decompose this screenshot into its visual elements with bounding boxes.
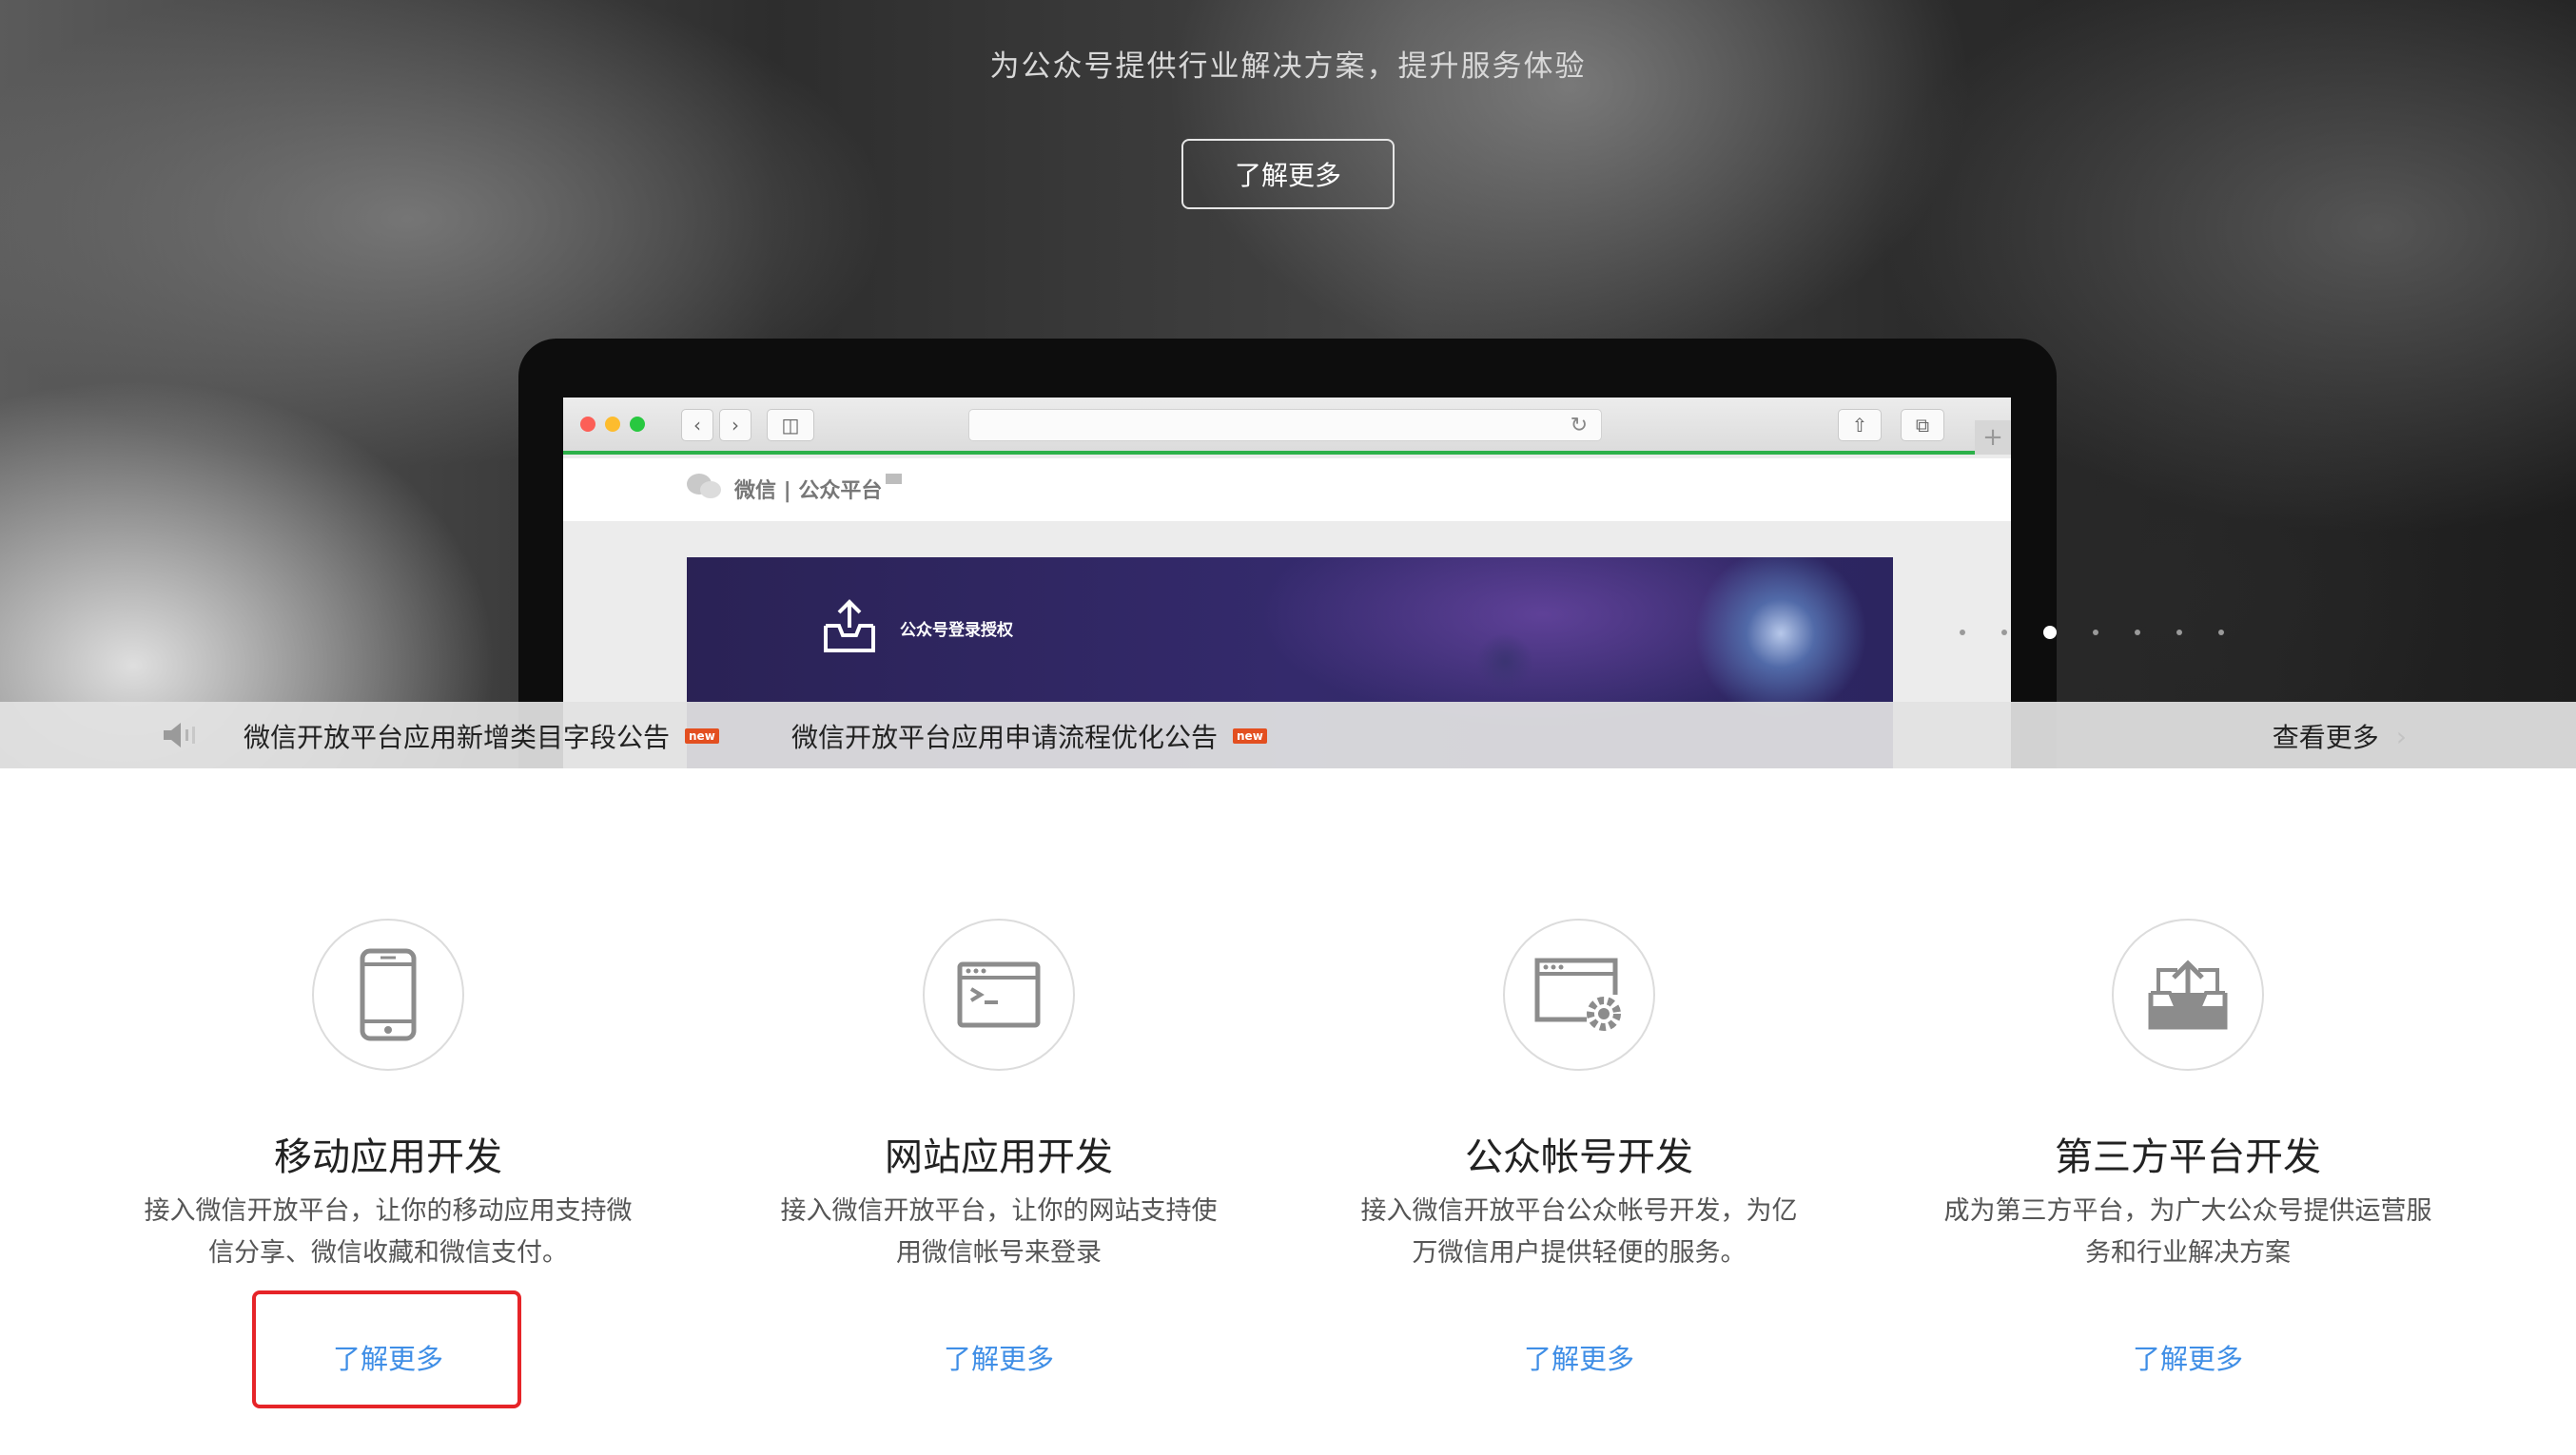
window-gear-icon <box>1534 958 1621 1031</box>
new-tab-plus-icon: + <box>1975 420 2011 455</box>
feature-description: 接入微信开放平台，让你的移动应用支持微 信分享、微信收藏和微信支付。 <box>93 1191 683 1274</box>
highlight-box <box>252 1290 521 1408</box>
hero-subtitle: 为公众号提供行业解决方案，提升服务体验 <box>989 49 1587 84</box>
minimize-dot-icon <box>605 417 620 432</box>
carousel-dot[interactable] <box>2093 630 2098 635</box>
reload-icon: ↻ <box>1570 414 1588 437</box>
inbox-upload-icon <box>2148 960 2228 1030</box>
carousel-dot-active[interactable] <box>2043 626 2057 639</box>
carousel-dot[interactable] <box>2176 630 2182 635</box>
notice-item[interactable]: 微信开放平台应用新增类目字段公告 new <box>244 717 719 755</box>
browser-toolbar: ‹ › ◫ ↻ ⇧ ⧉ + <box>563 398 2011 455</box>
hero-learn-more-button[interactable]: 了解更多 <box>1181 139 1395 209</box>
sidebar-icon: ◫ <box>767 409 814 441</box>
carousel-dot[interactable] <box>1960 630 1965 635</box>
site-header: 微信 | 公众平台 <box>563 458 2011 521</box>
view-more-link[interactable]: 查看更多 › <box>2273 717 2407 755</box>
feature-icon-circle <box>2112 919 2264 1071</box>
back-icon: ‹ <box>681 409 713 441</box>
feature-description-line: 接入微信开放平台，让你的网站支持使 <box>780 1196 1218 1226</box>
feature-title: 公众帐号开发 <box>1465 1135 1693 1179</box>
wechat-logo-icon <box>687 474 721 498</box>
carousel-dot[interactable] <box>2218 630 2224 635</box>
close-dot-icon <box>580 417 595 432</box>
share-icon: ⇧ <box>1838 409 1882 441</box>
hero-banner: 为公众号提供行业解决方案，提升服务体验 了解更多 ‹ › ◫ ↻ ⇧ ⧉ + 微… <box>0 0 2576 768</box>
feature-icon-circle <box>923 919 1075 1071</box>
address-bar: ↻ <box>968 409 1602 441</box>
site-logo-text: 微信 | 公众平台 <box>734 474 902 504</box>
chevron-right-icon: › <box>2395 720 2407 752</box>
learn-more-link[interactable]: 了解更多 <box>1903 1337 2473 1377</box>
view-more-label[interactable]: 查看更多 <box>2273 717 2379 755</box>
speaker-icon <box>164 723 195 747</box>
feature-description: 成为第三方平台，为广大公众号提供运营服 务和行业解决方案 <box>1893 1191 2483 1274</box>
carousel-dot[interactable] <box>2001 630 2007 635</box>
forward-icon: › <box>719 409 751 441</box>
site-logo-label: 微信 | 公众平台 <box>734 479 883 503</box>
tabs-icon: ⧉ <box>1901 409 1944 441</box>
notice-text[interactable]: 微信开放平台应用新增类目字段公告 <box>244 717 670 755</box>
carousel-dots <box>1960 626 2260 639</box>
feature-description: 接入微信开放平台，让你的网站支持使 用微信帐号来登录 <box>713 1191 1284 1274</box>
feature-title: 第三方平台开发 <box>2055 1135 2321 1179</box>
website-terminal-icon <box>957 961 1041 1028</box>
carousel-dot[interactable] <box>2135 630 2140 635</box>
mobile-phone-icon <box>360 948 417 1041</box>
feature-icon-circle <box>312 919 464 1071</box>
feature-description-line: 接入微信开放平台公众帐号开发，为亿 <box>1360 1196 1798 1226</box>
feature-description-line: 用微信帐号来登录 <box>896 1238 1102 1268</box>
feature-description: 接入微信开放平台公众帐号开发，为亿 万微信用户提供轻便的服务。 <box>1294 1191 1864 1274</box>
feature-description-line: 务和行业解决方案 <box>2085 1238 2291 1268</box>
notice-text[interactable]: 微信开放平台应用申请流程优化公告 <box>791 717 1218 755</box>
zoom-dot-icon <box>630 417 645 432</box>
notice-bar: 微信开放平台应用新增类目字段公告 new 微信开放平台应用申请流程优化公告 ne… <box>0 702 2576 768</box>
feature-title: 移动应用开发 <box>274 1135 502 1179</box>
learn-more-link[interactable]: 了解更多 <box>1294 1337 1864 1377</box>
feature-title: 网站应用开发 <box>885 1135 1113 1179</box>
learn-more-link[interactable]: 了解更多 <box>713 1337 1284 1377</box>
feature-description-line: 信分享、微信收藏和微信支付。 <box>208 1238 568 1268</box>
new-badge: new <box>685 728 719 744</box>
feature-icon-circle <box>1503 919 1655 1071</box>
banner-text: 公众号登录授权 <box>900 621 1013 640</box>
hero-title-cropped <box>666 0 1903 10</box>
notice-item[interactable]: 微信开放平台应用申请流程优化公告 new <box>791 717 1267 755</box>
inbox-upload-icon <box>824 599 875 652</box>
feature-description-line: 万微信用户提供轻便的服务。 <box>1412 1238 1747 1268</box>
new-badge: new <box>1233 728 1267 744</box>
feature-description-line: 接入微信开放平台，让你的移动应用支持微 <box>144 1196 633 1226</box>
feature-description-line: 成为第三方平台，为广大公众号提供运营服 <box>1943 1196 2432 1226</box>
beta-badge <box>886 474 902 484</box>
